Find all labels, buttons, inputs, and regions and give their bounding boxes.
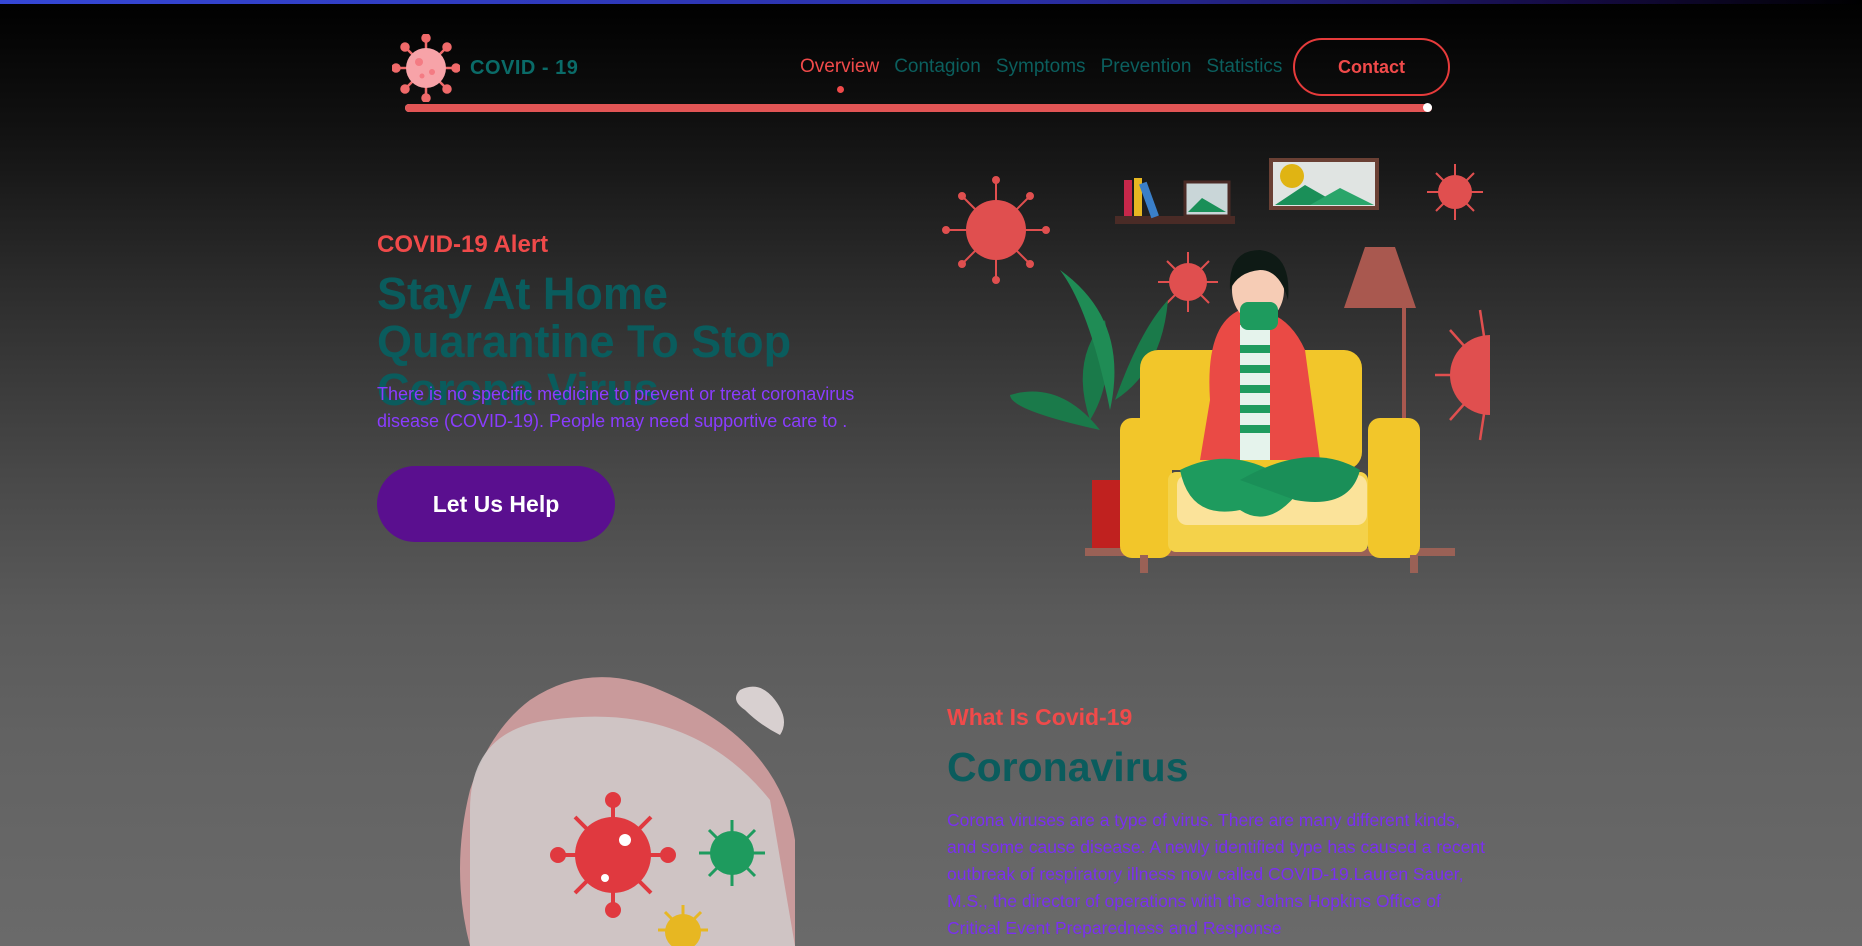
virus-icon xyxy=(1435,309,1490,441)
nav-statistics[interactable]: Statistics xyxy=(1206,56,1282,78)
virus-logo-icon xyxy=(392,34,460,102)
stay-home-illustration xyxy=(942,158,1490,573)
nav-statistics-label: Statistics xyxy=(1206,56,1283,77)
section-label: What Is Covid-19 xyxy=(947,704,1133,730)
scroll-progress-knob[interactable] xyxy=(1423,103,1432,112)
active-indicator-dot xyxy=(836,86,844,93)
nav-prevention[interactable]: Prevention xyxy=(1101,56,1192,78)
nav-overview-label: Overview xyxy=(800,56,880,77)
scroll-progress-fill xyxy=(405,104,1432,112)
section-title: Coronavirus xyxy=(947,744,1189,790)
contact-button[interactable]: Contact xyxy=(1293,38,1450,96)
nav-symptoms[interactable]: Symptoms xyxy=(996,56,1086,78)
main-nav: Overview Contagion Symptoms Prevention S… xyxy=(800,56,1297,93)
top-accent-bar xyxy=(0,0,1862,4)
nav-prevention-label: Prevention xyxy=(1100,56,1192,77)
logo-text: COVID - 19 xyxy=(470,56,579,79)
nav-contagion[interactable]: Contagion xyxy=(894,56,981,78)
nav-contagion-label: Contagion xyxy=(894,56,981,77)
scroll-progress-bar xyxy=(405,103,1432,112)
virus-icon xyxy=(1427,164,1483,220)
section-description: Corona viruses are a type of virus. Ther… xyxy=(947,810,1485,938)
nav-overview[interactable]: Overview xyxy=(800,56,880,93)
virus-blob-illustration xyxy=(460,677,795,946)
let-us-help-button[interactable]: Let Us Help xyxy=(377,466,615,542)
nav-symptoms-label: Symptoms xyxy=(995,56,1086,77)
virus-icon xyxy=(942,176,1050,284)
logo[interactable]: COVID - 19 xyxy=(392,34,578,102)
hero-description: There is no specific medicine to prevent… xyxy=(377,384,855,431)
hero-alert-label: COVID-19 Alert xyxy=(377,231,549,258)
